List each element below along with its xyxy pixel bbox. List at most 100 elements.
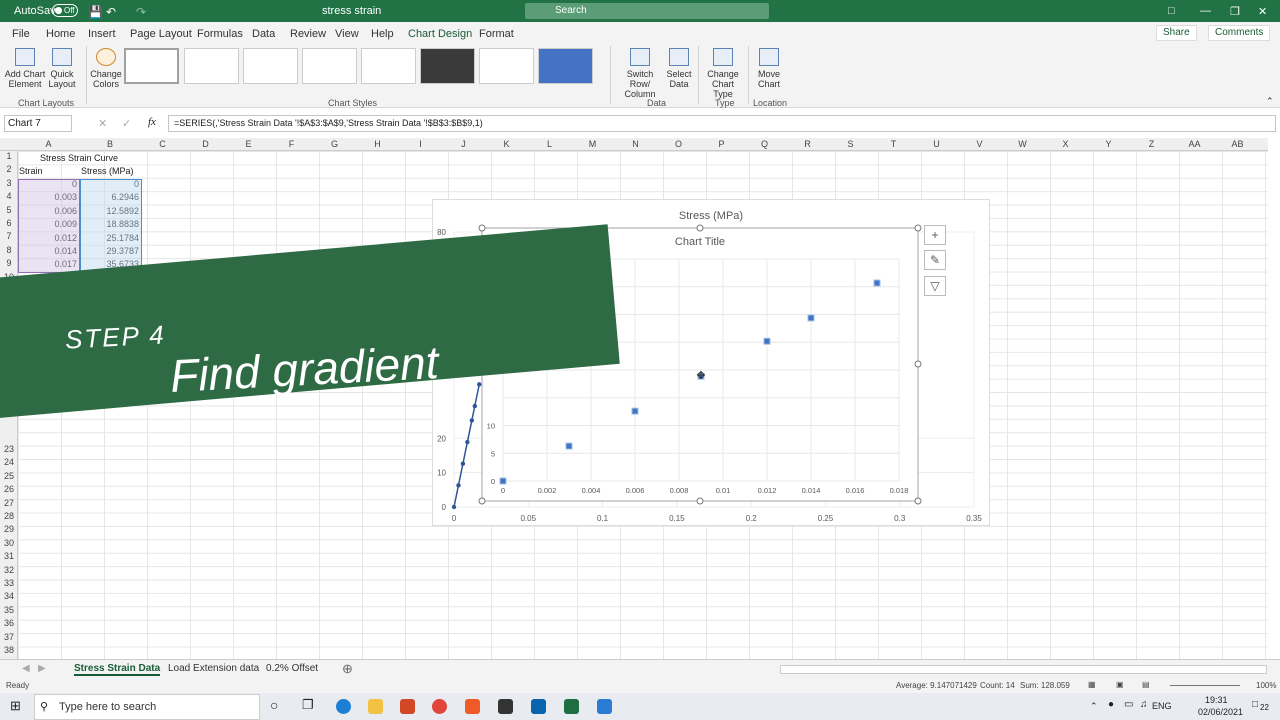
cancel-icon[interactable]: ✕	[98, 117, 107, 130]
column-header[interactable]: D	[184, 138, 227, 151]
column-header[interactable]: H	[356, 138, 399, 151]
quick-layout-button[interactable]: Quick Layout	[46, 48, 78, 89]
chart-style-4[interactable]	[302, 48, 357, 84]
column-header[interactable]: R	[786, 138, 829, 151]
zoom-level[interactable]: 100%	[1256, 681, 1276, 690]
save-icon[interactable]: 💾	[88, 5, 103, 19]
add-sheet-icon[interactable]: ⊕	[342, 661, 353, 677]
row-header[interactable]: 26	[0, 484, 18, 494]
minimize-icon[interactable]: —	[1200, 5, 1211, 17]
menu-review[interactable]: Review	[290, 28, 326, 40]
column-header[interactable]: I	[399, 138, 442, 151]
cortana-icon[interactable]: ○	[270, 697, 278, 713]
menu-page-layout[interactable]: Page Layout	[130, 28, 192, 40]
chart-styles-button[interactable]: ✎	[924, 250, 946, 270]
collapse-ribbon-icon[interactable]: ⌃	[1266, 96, 1274, 107]
powerpoint-icon[interactable]	[400, 699, 415, 714]
add-chart-element-button[interactable]: Add Chart Element	[4, 48, 46, 89]
column-header[interactable]: Z	[1130, 138, 1173, 151]
row-header[interactable]: 33	[0, 578, 18, 588]
chart-style-5[interactable]	[361, 48, 416, 84]
chart-filters-button[interactable]: ▽	[924, 276, 946, 296]
menu-help[interactable]: Help	[371, 28, 394, 40]
row-header[interactable]: 27	[0, 498, 18, 508]
column-header[interactable]: C	[141, 138, 184, 151]
brave-icon[interactable]	[465, 699, 480, 714]
menu-formulas[interactable]: Formulas	[197, 28, 243, 40]
row-header[interactable]: 35	[0, 605, 18, 615]
column-header[interactable]: J	[442, 138, 485, 151]
column-header[interactable]: N	[614, 138, 657, 151]
task-view-icon[interactable]: ❐	[302, 697, 314, 713]
move-chart-button[interactable]: Move Chart	[754, 48, 784, 89]
clock-date[interactable]: 02/06/2021	[1198, 707, 1243, 717]
row-header[interactable]: 38	[0, 645, 18, 655]
search-input[interactable]: Search	[525, 3, 769, 19]
row-header[interactable]: 9	[0, 258, 18, 268]
change-colors-button[interactable]: Change Colors	[90, 48, 122, 89]
column-header[interactable]: AA	[1173, 138, 1216, 151]
column-header[interactable]: X	[1044, 138, 1087, 151]
tray-chevron-icon[interactable]: ⌃	[1090, 701, 1098, 712]
row-header[interactable]: 37	[0, 632, 18, 642]
file-explorer-icon[interactable]	[368, 699, 383, 714]
row-header[interactable]: 36	[0, 618, 18, 628]
chrome-icon[interactable]	[432, 699, 447, 714]
redo-icon[interactable]: ↷	[136, 5, 146, 19]
row-header[interactable]: 25	[0, 471, 18, 481]
column-header[interactable]: L	[528, 138, 571, 151]
outlook-icon[interactable]	[531, 699, 546, 714]
column-header[interactable]: W	[1001, 138, 1044, 151]
menu-home[interactable]: Home	[46, 28, 75, 40]
row-header[interactable]: 5	[0, 205, 18, 215]
column-header[interactable]: G	[313, 138, 356, 151]
column-header[interactable]: K	[485, 138, 528, 151]
normal-view-icon[interactable]: ▦	[1088, 680, 1096, 689]
tab-load-extension-data[interactable]: Load Extension data	[168, 663, 259, 674]
chart-style-8[interactable]	[538, 48, 593, 84]
column-header[interactable]: E	[227, 138, 270, 151]
row-header[interactable]: 23	[0, 444, 18, 454]
row-header[interactable]: 8	[0, 245, 18, 255]
language-indicator[interactable]: ENG	[1152, 701, 1172, 711]
header-strain-cell[interactable]: Strain	[19, 165, 43, 178]
row-header[interactable]: 28	[0, 511, 18, 521]
enter-icon[interactable]: ✓	[122, 117, 131, 130]
page-break-view-icon[interactable]: ▤	[1142, 680, 1150, 689]
camera-icon[interactable]	[597, 699, 612, 714]
chart-style-1[interactable]	[124, 48, 179, 84]
microphone-icon[interactable]: ●	[1108, 699, 1114, 710]
change-chart-type-button[interactable]: Change Chart Type	[702, 48, 744, 99]
column-header[interactable]: F	[270, 138, 313, 151]
tab-offset[interactable]: 0.2% Offset	[266, 663, 318, 674]
row-header[interactable]: 29	[0, 524, 18, 534]
name-box[interactable]: Chart 7	[4, 115, 72, 132]
share-button[interactable]: Share	[1156, 25, 1197, 41]
volume-icon[interactable]: ♫	[1140, 699, 1148, 710]
row-header[interactable]: 24	[0, 457, 18, 467]
row-header[interactable]: 30	[0, 538, 18, 548]
notification-icon[interactable]: □	[1252, 699, 1258, 710]
switch-row-column-button[interactable]: Switch Row/ Column	[616, 48, 664, 99]
chart-style-6[interactable]	[420, 48, 475, 84]
header-stress-cell[interactable]: Stress (MPa)	[81, 165, 134, 178]
formula-input[interactable]: =SERIES(,'Stress Strain Data '!$A$3:$A$9…	[168, 115, 1276, 132]
column-header[interactable]: A	[18, 138, 79, 151]
excel-icon[interactable]	[564, 699, 579, 714]
windows-start-icon[interactable]: ⊞	[10, 698, 21, 714]
menu-data[interactable]: Data	[252, 28, 275, 40]
clock-time[interactable]: 19:31	[1205, 695, 1228, 705]
row-header[interactable]: 6	[0, 218, 18, 228]
row-header[interactable]: 34	[0, 591, 18, 601]
page-layout-view-icon[interactable]: ▣	[1116, 680, 1124, 689]
function-icon[interactable]: fx	[148, 116, 156, 128]
row-header[interactable]: 2	[0, 164, 18, 174]
menu-view[interactable]: View	[335, 28, 359, 40]
row-header[interactable]: 4	[0, 191, 18, 201]
row-header[interactable]: 1	[0, 151, 18, 161]
chart-style-2[interactable]	[184, 48, 239, 84]
close-icon[interactable]: ✕	[1258, 5, 1267, 18]
select-data-button[interactable]: Select Data	[664, 48, 694, 89]
tab-stress-strain-data[interactable]: Stress Strain Data	[74, 663, 161, 676]
column-header[interactable]: O	[657, 138, 700, 151]
